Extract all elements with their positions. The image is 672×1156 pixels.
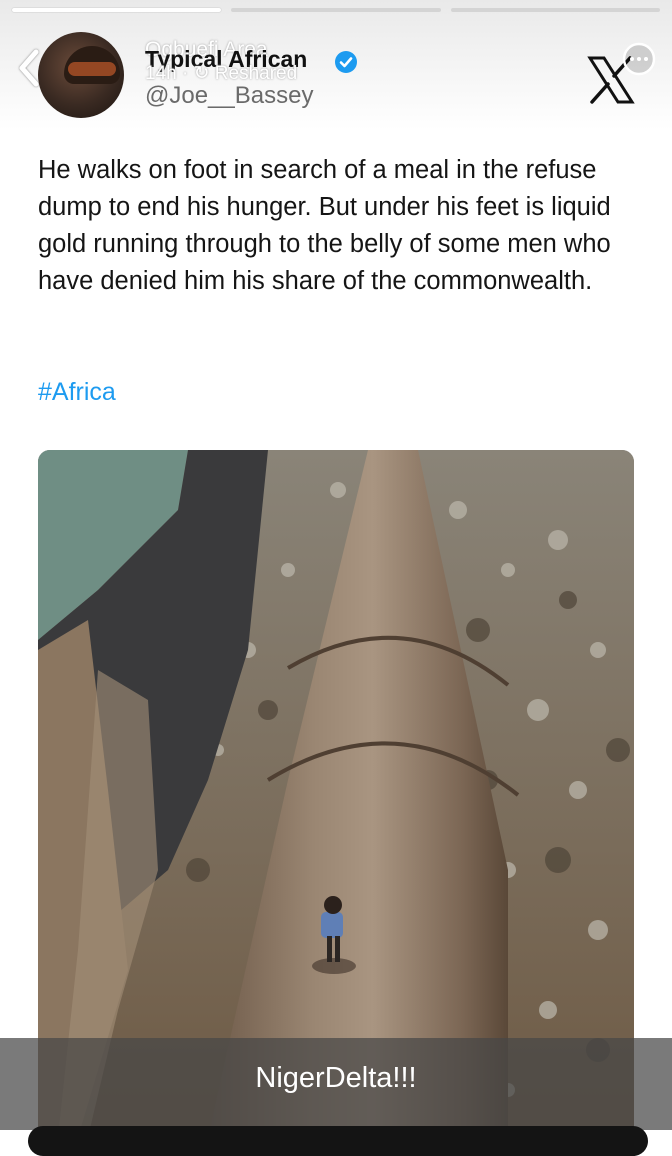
tweet-image[interactable] — [38, 450, 634, 1137]
avatar[interactable] — [38, 32, 124, 118]
verified-badge-icon — [334, 50, 358, 74]
photo-pipeline-boy — [38, 450, 634, 1137]
hashtag-link[interactable]: #Africa — [38, 378, 116, 407]
story-progress-segment — [12, 8, 222, 12]
more-options-icon[interactable] — [622, 42, 656, 76]
reshared-label: Reshared — [214, 63, 298, 84]
reshare-icon: ↻ — [193, 63, 210, 84]
story-header: Ogbuefi Area Typical African 14h · ↻ Res… — [0, 28, 672, 124]
tweet-text: He walks on foot in search of a meal in … — [38, 156, 611, 295]
story-caption: NigerDelta!!! — [255, 1062, 417, 1094]
story-progress-bar — [12, 8, 660, 12]
reply-bar[interactable] — [28, 1126, 648, 1156]
story-progress-segment — [231, 8, 441, 12]
story-progress-segment — [450, 8, 660, 12]
time-ago: 14h — [145, 63, 177, 84]
tweet-handle: @Joe__Bassey — [145, 82, 314, 109]
